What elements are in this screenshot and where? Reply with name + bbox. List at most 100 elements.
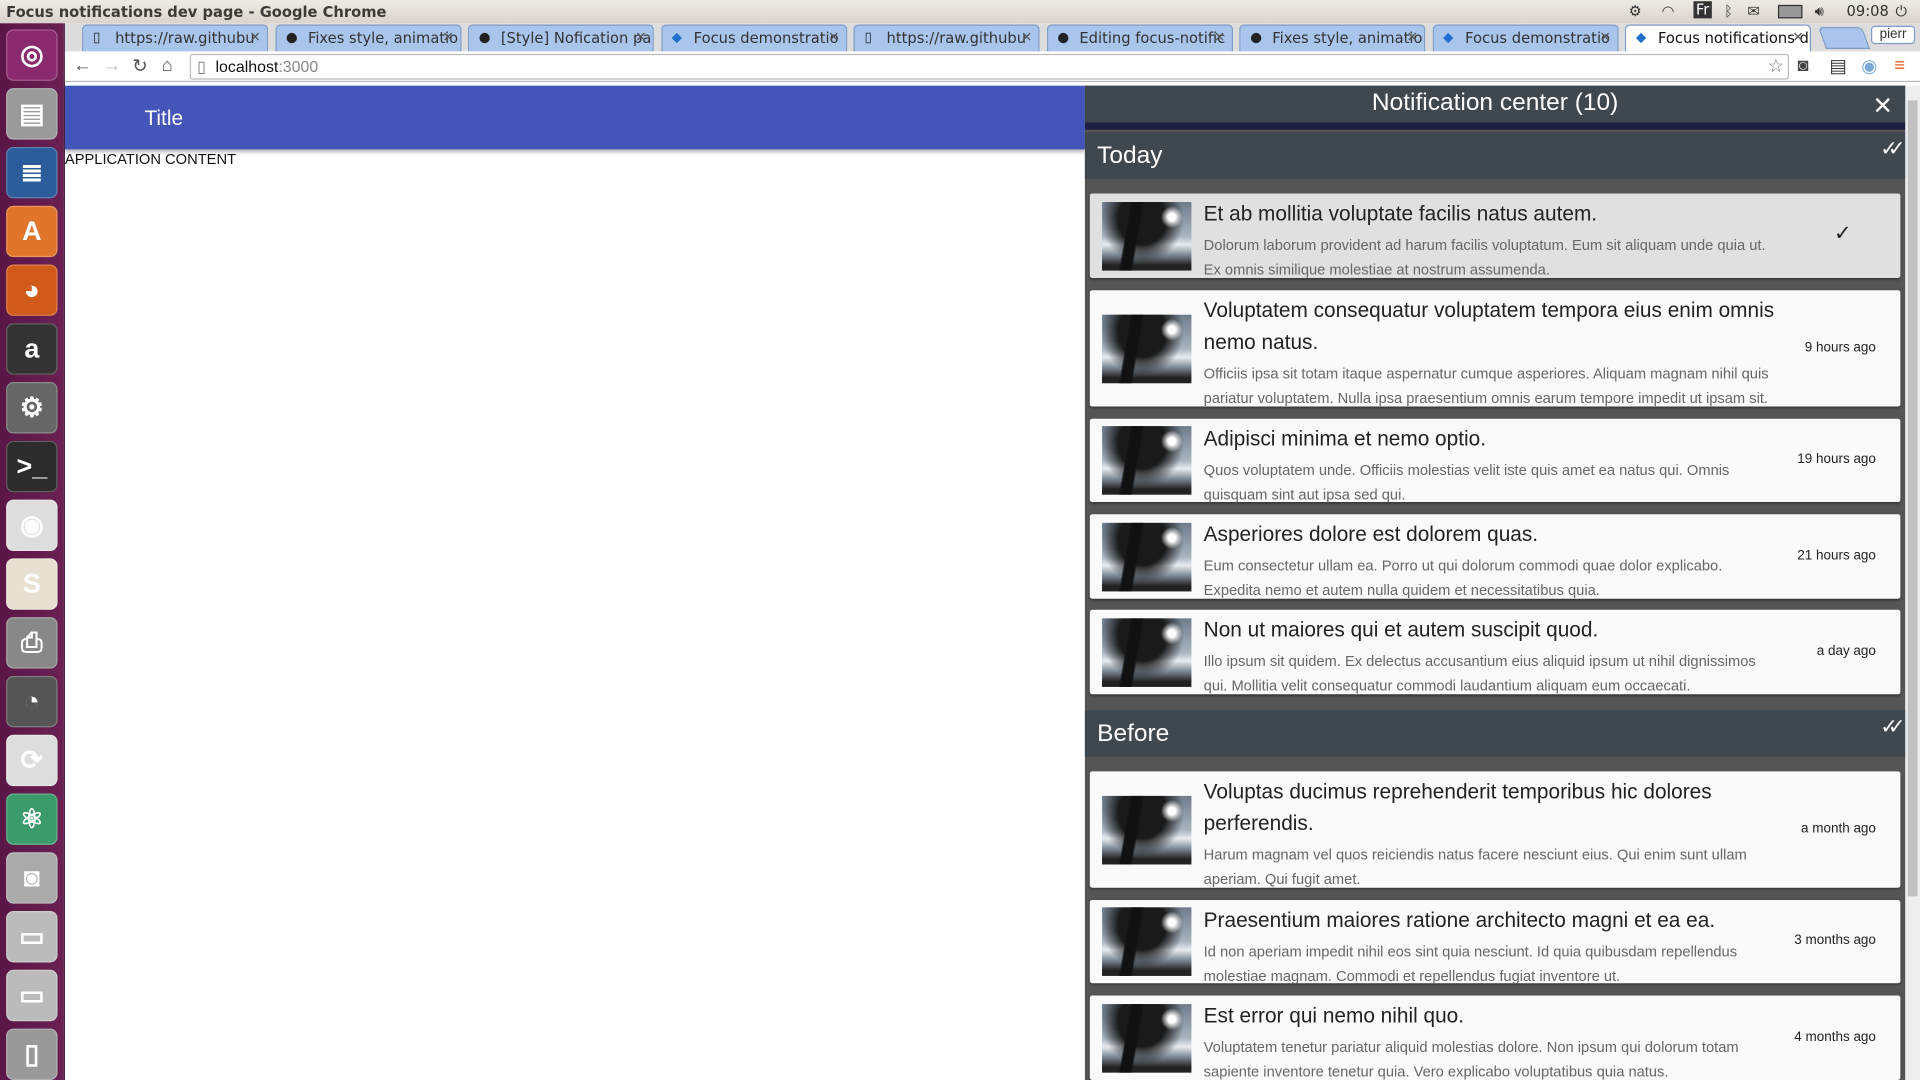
- notification-title: Voluptatem consequatur voluptatem tempor…: [1203, 298, 1775, 354]
- wifi-icon[interactable]: ◠: [1662, 2, 1675, 19]
- tab-close-icon[interactable]: ✕: [828, 29, 839, 45]
- notification-time: 19 hours ago: [1797, 451, 1876, 467]
- clock[interactable]: 09:08: [1847, 2, 1889, 19]
- notification-body: Voluptatem tenetur pariatur aliquid mole…: [1203, 1038, 1739, 1080]
- keyboard-layout-indicator[interactable]: Fr: [1693, 1, 1712, 19]
- power-icon[interactable]: ⏻: [1896, 2, 1908, 20]
- tab[interactable]: ◆ Focus notifications d ✕: [1624, 24, 1812, 52]
- notification-body: Quos voluptatem unde. Officiis molestias…: [1203, 461, 1730, 504]
- mark-all-read-icon[interactable]: ✓✓: [1880, 715, 1905, 739]
- battery-icon[interactable]: [1777, 4, 1803, 19]
- drive-icon[interactable]: ▭: [6, 911, 58, 963]
- tab[interactable]: ▯ https://raw.githubu ✕: [853, 24, 1040, 52]
- amazon-icon[interactable]: a: [6, 323, 58, 375]
- atom-icon[interactable]: ⚛: [6, 793, 58, 845]
- tab-label: Focus demonstratio: [1465, 29, 1611, 47]
- notification-item[interactable]: Voluptatem consequatur voluptatem tempor…: [1089, 290, 1901, 407]
- tab-close-icon[interactable]: ✕: [442, 29, 453, 45]
- drive-icon[interactable]: ▭: [6, 969, 58, 1022]
- back-icon[interactable]: ←: [73, 55, 91, 76]
- notification-thumbnail: [1102, 522, 1192, 591]
- scanner-icon[interactable]: ⎙: [6, 617, 58, 669]
- tab-strip: ▯ https://raw.githubu ✕ ● Fixes style, anima…: [64, 23, 1920, 52]
- notification-item[interactable]: Non ut maiores qui et autem suscipit quo…: [1089, 609, 1901, 695]
- tab[interactable]: ◆ Focus demonstratio ✕: [660, 24, 847, 52]
- notification-time: 3 months ago: [1794, 933, 1876, 948]
- scrollbar[interactable]: [1905, 85, 1920, 1080]
- reload-icon[interactable]: ↻: [132, 55, 147, 77]
- close-icon[interactable]: ✕: [1873, 91, 1894, 122]
- update-manager-icon[interactable]: ⟳: [6, 734, 58, 787]
- mark-read-check-icon[interactable]: ✓: [1834, 221, 1851, 245]
- camera-icon[interactable]: ◙: [6, 852, 58, 904]
- new-tab-button[interactable]: [1818, 26, 1871, 49]
- github-icon: ●: [1250, 29, 1262, 46]
- tab-close-icon[interactable]: ✕: [635, 29, 646, 45]
- tab-close-icon[interactable]: ✕: [1021, 29, 1032, 45]
- slack-icon[interactable]: S: [6, 558, 58, 610]
- mark-all-read-icon[interactable]: ✓✓: [1880, 137, 1905, 161]
- chrome-icon[interactable]: ◉: [6, 499, 58, 552]
- pocket-icon[interactable]: ◙: [1798, 55, 1809, 76]
- tab[interactable]: ● Editing focus-notific ✕: [1046, 24, 1233, 52]
- notification-item[interactable]: Est error qui nemo nihil quo. Voluptatem …: [1089, 995, 1901, 1080]
- scrollbar-thumb[interactable]: [1907, 100, 1918, 897]
- notification-item[interactable]: Voluptas ducimus reprehenderit temporibu…: [1089, 771, 1901, 888]
- page-icon: ▯: [197, 57, 206, 76]
- tab[interactable]: ● [Style] Nofication pa ✕: [467, 24, 654, 52]
- github-icon: ●: [285, 29, 298, 46]
- tab-close-icon[interactable]: ✕: [1792, 29, 1803, 45]
- tab-close-icon[interactable]: ✕: [1214, 29, 1225, 45]
- libreoffice-writer-icon[interactable]: ≣: [6, 146, 58, 199]
- app-header: Title: [64, 85, 1085, 150]
- notification-thumbnail: [1102, 795, 1192, 864]
- tab[interactable]: ◆ Focus demonstratio ✕: [1432, 24, 1619, 52]
- firefox-icon[interactable]: ◕: [6, 264, 58, 316]
- files-icon[interactable]: ▤: [6, 88, 58, 140]
- tab[interactable]: ▯ https://raw.githubu ✕: [82, 24, 269, 52]
- address-port: :3000: [278, 57, 319, 76]
- tab-close-icon[interactable]: ✕: [250, 29, 261, 45]
- notification-thumbnail: [1102, 426, 1192, 495]
- notification-body: Illo ipsum sit quidem. Ex delectus accus…: [1203, 652, 1756, 695]
- app-content: APPLICATION CONTENT: [64, 150, 237, 168]
- tab-close-icon[interactable]: ✕: [1600, 29, 1611, 45]
- app-title: Title: [144, 106, 184, 130]
- notification-item[interactable]: Asperiores dolore est dolorem quas. Eum c…: [1089, 514, 1901, 599]
- software-center-icon[interactable]: A: [6, 205, 58, 258]
- tab-label: Editing focus-notific: [1079, 29, 1226, 47]
- tab[interactable]: ● Fixes style, animatio ✕: [274, 24, 462, 52]
- focus-icon: ◆: [1443, 29, 1454, 46]
- ubuntu-dash-icon[interactable]: ◎: [6, 29, 58, 81]
- gimp-icon[interactable]: ◔: [6, 675, 58, 728]
- menu-icon[interactable]: ≡: [1894, 55, 1905, 76]
- address-host: localhost: [215, 57, 279, 76]
- tab-close-icon[interactable]: ✕: [1407, 29, 1418, 45]
- terminal-icon[interactable]: >_: [6, 440, 58, 493]
- mail-icon[interactable]: ✉: [1747, 2, 1759, 19]
- system-settings-icon[interactable]: ⚙: [6, 382, 58, 434]
- camera-icon[interactable]: ◉: [1861, 55, 1877, 77]
- notification-item[interactable]: Et ab mollitia voluptate facilis natus a…: [1089, 193, 1901, 278]
- notification-item[interactable]: Praesentium maiores ratione architecto m…: [1089, 900, 1901, 984]
- notification-body: Eum consectetur ullam ea. Porro ut qui d…: [1203, 557, 1723, 599]
- section-header: Before ✓✓: [1084, 710, 1906, 757]
- bookmark-star-icon[interactable]: ☆: [1768, 55, 1784, 77]
- forward-icon[interactable]: →: [103, 55, 121, 76]
- tab-label: [Style] Nofication pa: [500, 29, 652, 47]
- tab-label: Fixes style, animatio: [1272, 29, 1423, 47]
- film-icon[interactable]: ▤: [1829, 55, 1846, 77]
- notification-body: Id non aperiam impedit nihil eos sint qu…: [1203, 942, 1738, 985]
- notification-center-title: Notification center (10): [1371, 89, 1619, 117]
- trash-icon[interactable]: ▯: [6, 1028, 58, 1080]
- address-bar[interactable]: ▯ localhost:3000 ☆: [189, 53, 1789, 80]
- bluetooth-icon[interactable]: ᛒ: [1724, 2, 1733, 19]
- notification-item[interactable]: Adipisci minima et nemo optio. Quos volup…: [1089, 418, 1901, 503]
- volume-icon[interactable]: 🔊︎: [1815, 2, 1824, 20]
- profile-button[interactable]: pierr: [1871, 25, 1916, 45]
- tab[interactable]: ● Fixes style, animatio ✕: [1239, 24, 1426, 52]
- home-icon[interactable]: ⌂: [162, 55, 173, 76]
- notification-thumbnail: [1102, 201, 1192, 271]
- settings-icon[interactable]: ⚙: [1629, 2, 1642, 19]
- notification-title: Asperiores dolore est dolorem quas.: [1203, 522, 1539, 547]
